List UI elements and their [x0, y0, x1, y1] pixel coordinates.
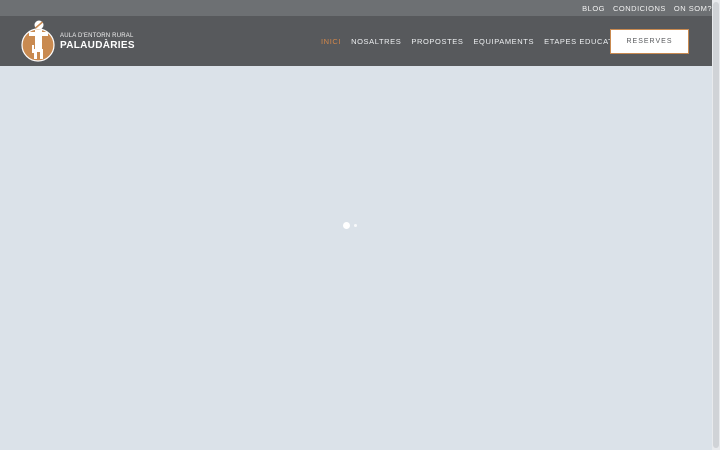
loader-dot-small — [354, 224, 357, 227]
nav-item-equipaments[interactable]: EQUIPAMENTS — [473, 37, 534, 46]
main-navigation: INICI NOSALTRES PROPOSTES EQUIPAMENTS ET… — [321, 16, 643, 66]
top-links: BLOG CONDICIONS ON SOM? — [574, 0, 712, 16]
top-link-condicions[interactable]: CONDICIONS — [613, 4, 666, 13]
page-scrollbar[interactable] — [712, 0, 720, 450]
logo-title: PALAUDÀRIES — [60, 39, 135, 51]
scarecrow-logo-icon — [20, 19, 58, 63]
site-logo[interactable]: AULA D'ENTORN RURAL PALAUDÀRIES — [20, 18, 140, 64]
logo-text: AULA D'ENTORN RURAL PALAUDÀRIES — [60, 32, 135, 51]
scrollbar-thumb[interactable] — [713, 2, 719, 448]
logo-subtitle: AULA D'ENTORN RURAL — [60, 32, 134, 39]
top-utility-bar: BLOG CONDICIONS ON SOM? — [0, 0, 712, 16]
top-link-on-som[interactable]: ON SOM? — [674, 4, 712, 13]
nav-item-inici[interactable]: INICI — [321, 37, 341, 46]
top-link-blog[interactable]: BLOG — [582, 4, 605, 13]
nav-item-propostes[interactable]: PROPOSTES — [411, 37, 463, 46]
loader-dot-large — [343, 222, 350, 229]
loading-dots-icon — [343, 222, 359, 230]
reserves-button[interactable]: RESERVES — [610, 29, 689, 54]
nav-item-nosaltres[interactable]: NOSALTRES — [351, 37, 401, 46]
